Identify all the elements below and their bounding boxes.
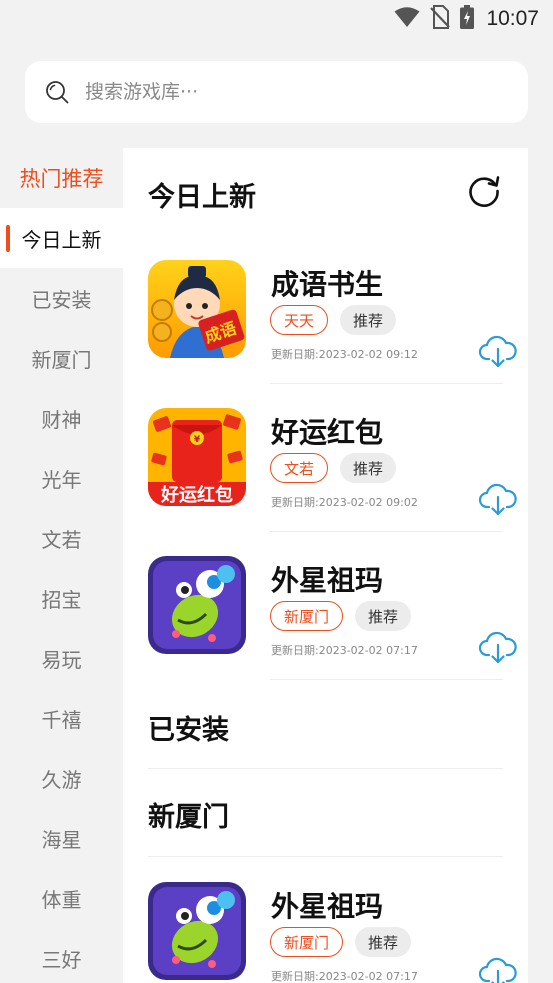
- search-bar[interactable]: [25, 61, 528, 123]
- sidebar-item-tizhong[interactable]: 体重: [0, 868, 123, 928]
- sidebar-item-today[interactable]: 今日上新: [0, 208, 123, 268]
- battery-charging-icon: [460, 5, 475, 33]
- cloud-download-icon[interactable]: [478, 482, 517, 520]
- app-icon-caption: 好运红包: [160, 484, 233, 506]
- sidebar-item-yiwan[interactable]: 易玩: [0, 628, 123, 688]
- update-date: 更新日期:2023-02-02 09:12: [271, 348, 418, 361]
- sidebar-item-caishen[interactable]: 财神: [0, 388, 123, 448]
- alien-zuma-app-icon: [148, 556, 246, 654]
- recommend-tag: 推荐: [340, 305, 397, 335]
- status-bar: 10:07: [0, 0, 553, 40]
- channel-tag: 新厦门: [270, 927, 344, 957]
- category-sidebar: 热门推荐 今日上新 已安装 新厦门 财神 光年 文若 招宝 易玩 千禧 久游 海…: [0, 148, 123, 983]
- search-input[interactable]: [85, 61, 505, 123]
- divider: [148, 768, 503, 769]
- section-title-installed: 已安装: [148, 715, 229, 746]
- list-item[interactable]: 外星祖玛 新厦门 推荐 更新日期:2023-02-02 07:17: [123, 544, 528, 692]
- list-item[interactable]: 外星祖玛 新厦门 推荐 更新日期:2023-02-02 07:17: [123, 870, 528, 983]
- wifi-icon: [394, 6, 420, 32]
- update-date: 更新日期:2023-02-02 07:17: [271, 644, 418, 657]
- sidebar-item-haixing[interactable]: 海星: [0, 808, 123, 868]
- divider: [270, 531, 503, 532]
- chengyu-shusheng-app-icon: 成语: [148, 260, 246, 358]
- app-name: 外星祖玛: [271, 564, 384, 597]
- clock: 10:07: [486, 7, 539, 30]
- game-list-panel: 今日上新 成语 成语书生 天天 推荐 更新日期:2023-02-02 09:12…: [123, 148, 528, 983]
- status-icons: 10:07: [394, 5, 539, 33]
- sidebar-item-sanhao[interactable]: 三好: [0, 928, 123, 983]
- haoyun-hongbao-app-icon: ¥ 好运红包: [148, 408, 246, 506]
- divider: [270, 383, 503, 384]
- tag-row: 新厦门 推荐: [270, 927, 412, 957]
- cloud-download-icon[interactable]: [478, 630, 517, 668]
- refresh-icon[interactable]: [467, 174, 501, 212]
- tag-row: 新厦门 推荐: [270, 601, 412, 631]
- tag-row: 天天 推荐: [270, 305, 397, 335]
- cloud-download-icon[interactable]: [478, 334, 517, 372]
- divider: [148, 856, 503, 857]
- channel-tag: 新厦门: [270, 601, 344, 631]
- sidebar-item-zhaobao[interactable]: 招宝: [0, 568, 123, 628]
- recommend-tag: 推荐: [355, 927, 412, 957]
- channel-tag: 文若: [270, 453, 329, 483]
- section-title-xinxiamen: 新厦门: [148, 802, 229, 833]
- tag-row: 文若 推荐: [270, 453, 397, 483]
- app-name: 外星祖玛: [271, 890, 384, 923]
- sidebar-item-label: 今日上新: [21, 227, 102, 252]
- sidebar-item-installed[interactable]: 已安装: [0, 268, 123, 328]
- alien-zuma-app-icon: [148, 882, 246, 980]
- svg-text:¥: ¥: [194, 435, 201, 445]
- app-name: 好运红包: [271, 416, 384, 449]
- divider: [270, 679, 503, 680]
- channel-tag: 天天: [270, 305, 329, 335]
- recommend-tag: 推荐: [340, 453, 397, 483]
- no-sim-icon: [430, 5, 451, 33]
- sidebar-item-xinxiamen[interactable]: 新厦门: [0, 328, 123, 388]
- app-name: 成语书生: [271, 268, 384, 301]
- sidebar-item-qianxi[interactable]: 千禧: [0, 688, 123, 748]
- sidebar-item-wenruo[interactable]: 文若: [0, 508, 123, 568]
- sidebar-item-jiuyou[interactable]: 久游: [0, 748, 123, 808]
- sidebar-item-hot[interactable]: 热门推荐: [0, 148, 123, 208]
- recommend-tag: 推荐: [355, 601, 412, 631]
- cloud-download-icon[interactable]: [478, 956, 517, 983]
- update-date: 更新日期:2023-02-02 07:17: [271, 970, 418, 983]
- update-date: 更新日期:2023-02-02 09:02: [271, 496, 418, 509]
- sidebar-item-guangnian[interactable]: 光年: [0, 448, 123, 508]
- search-icon: [45, 80, 69, 108]
- list-item[interactable]: ¥ 好运红包 好运红包 文若 推荐 更新日期:2023-02-02 09:02: [123, 396, 528, 544]
- section-title-today: 今日上新: [148, 182, 256, 213]
- list-item[interactable]: 成语 成语书生 天天 推荐 更新日期:2023-02-02 09:12: [123, 248, 528, 396]
